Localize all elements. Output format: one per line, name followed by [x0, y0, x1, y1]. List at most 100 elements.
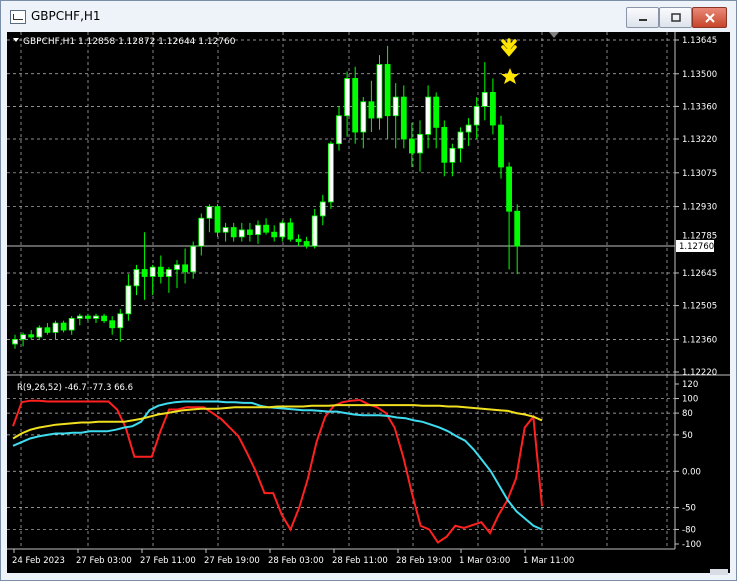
indicator-label: R(9,26,52) -46.7 -77.3 66.6: [17, 383, 133, 393]
candle-body: [473, 106, 480, 126]
candle-body: [190, 245, 197, 273]
candle-body: [489, 92, 496, 126]
indicator-axis-label: -80: [682, 525, 696, 535]
price-axis-label: 1.12505: [682, 302, 717, 312]
current-price-tag: 1.12760: [676, 240, 714, 252]
price-axis-label: 1.13360: [682, 102, 717, 112]
time-axis-label: 24 Feb 2023: [12, 556, 65, 566]
candle-body: [20, 334, 27, 340]
maximize-button[interactable]: [659, 7, 692, 28]
minimize-icon: [638, 18, 647, 21]
candle-body: [68, 318, 75, 331]
chart-window-icon: [10, 10, 26, 24]
indicator-series-slow: [12, 404, 543, 440]
price-axis-label: 1.13075: [682, 169, 717, 179]
candle-body: [287, 222, 294, 240]
indicator-axis-label: -100: [682, 540, 701, 550]
title-bar[interactable]: GBPCHF,H1: [1, 1, 736, 33]
candle-body: [52, 322, 59, 333]
candle-body: [93, 315, 99, 319]
candle-body: [408, 138, 415, 154]
maximize-icon: [670, 12, 681, 22]
candle-body: [198, 217, 205, 247]
candle-body: [28, 334, 35, 338]
price-axis-label: 1.13645: [682, 36, 717, 46]
candle-body: [481, 92, 488, 107]
candle-body: [255, 224, 261, 235]
candle-body: [157, 266, 164, 277]
candle-body: [319, 201, 326, 217]
candle-body: [117, 313, 124, 329]
candle-body: [125, 285, 132, 315]
time-axis-label: 27 Feb 11:00: [140, 556, 196, 566]
close-icon: [704, 12, 715, 23]
candle-body: [327, 143, 334, 203]
candle-body: [174, 264, 180, 270]
candle-body: [376, 64, 383, 119]
candle-body: [417, 133, 423, 154]
candles-layer: [12, 45, 521, 349]
candle-body: [303, 241, 310, 247]
main-grid: [7, 32, 675, 375]
minimize-button[interactable]: [626, 7, 659, 28]
candle-body: [352, 78, 359, 133]
candle-body: [400, 96, 407, 140]
price-axis-label: 1.12220: [682, 368, 717, 378]
candle-body: [465, 124, 472, 133]
price-axis-label: 1.12360: [682, 335, 717, 345]
time-axis-label: 27 Feb 03:00: [76, 556, 132, 566]
time-axis-label: 1 Mar 11:00: [523, 556, 574, 566]
chart-area[interactable]: 1.13645 1.13500 1.13360 1.13220 1.13075 1.129…: [7, 32, 730, 573]
price-axis: 1.13645 1.13500 1.13360 1.13220 1.13075 1.129…: [675, 36, 717, 378]
candle-body: [336, 115, 342, 145]
candle-body: [230, 227, 237, 238]
candle-body: [392, 96, 399, 117]
indicator-axis-label: 50: [682, 431, 693, 441]
candle-body: [360, 101, 367, 133]
candle-body: [246, 229, 253, 235]
candle-body: [85, 315, 91, 319]
candle-body: [149, 266, 156, 277]
time-axis: 24 Feb 2023 27 Feb 03:00 27 Feb 11:00 27 Fe…: [12, 549, 574, 566]
candle-body: [506, 166, 513, 212]
chart-svg[interactable]: 1.13645 1.13500 1.13360 1.13220 1.13075 1.129…: [7, 32, 730, 573]
candle-body: [344, 78, 351, 117]
indicator-axis-label: 100: [682, 395, 698, 405]
indicator-axis-label: 120: [682, 380, 698, 390]
candle-body: [36, 327, 43, 338]
candle-body: [165, 269, 172, 277]
candle-body: [206, 206, 213, 219]
time-axis-label: 1 Mar 03:00: [459, 556, 510, 566]
current-price-label: 1.12760: [679, 242, 714, 252]
time-axis-label: 28 Feb 11:00: [332, 556, 388, 566]
candle-body: [498, 124, 504, 168]
window-resize-grip[interactable]: [710, 569, 728, 575]
window-title: GBPCHF,H1: [31, 9, 101, 23]
indicator-axis-label: 0.00: [682, 467, 701, 477]
hidden-price-label: 1.12785: [682, 231, 717, 241]
candle-body: [425, 96, 432, 135]
indicator-axis: 120 100 80 50 0.00 -50 -80 -100: [675, 380, 701, 550]
candle-body: [433, 96, 440, 128]
candle-body: [263, 224, 270, 233]
price-axis-label: 1.13220: [682, 135, 717, 145]
price-axis-label: 1.12645: [682, 269, 717, 279]
candle-body: [182, 264, 189, 273]
candle-body: [514, 210, 521, 247]
candle-body: [214, 206, 221, 233]
star-icon: [501, 68, 519, 84]
chart-shift-marker[interactable]: [549, 32, 559, 38]
candle-body: [60, 322, 67, 331]
candle-body: [133, 269, 140, 287]
candle-body: [311, 215, 318, 247]
time-axis-label: 27 Feb 19:00: [204, 556, 260, 566]
candle-body: [101, 315, 107, 322]
close-button[interactable]: [692, 7, 727, 28]
indicator-series-medium: [12, 400, 543, 531]
candle-body: [109, 320, 116, 329]
candle-body: [368, 101, 375, 119]
candle-body: [441, 126, 448, 163]
time-axis-label: 28 Feb 19:00: [396, 556, 452, 566]
candle-body: [384, 64, 391, 117]
symbol-header: GBPCHF,H1 1.12858 1.12872 1.12644 1.1276…: [23, 37, 236, 47]
